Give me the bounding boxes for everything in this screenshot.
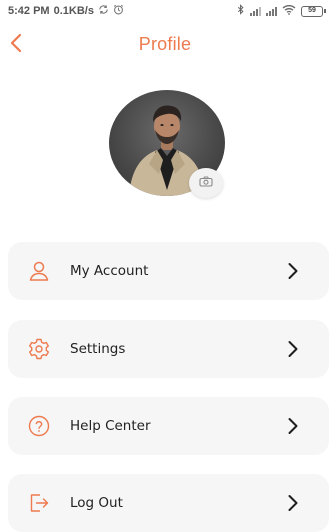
camera-icon	[199, 174, 213, 192]
chevron-right-icon	[283, 339, 303, 359]
profile-screen: 5:42 PM 0.1KB/s 59 Profile My Account Se…	[0, 0, 330, 532]
alarm-icon	[113, 4, 124, 18]
bluetooth-icon	[237, 4, 245, 18]
header: Profile	[0, 30, 330, 62]
page-title: Profile	[138, 34, 192, 54]
wifi-icon	[282, 4, 296, 18]
status-time: 5:42 PM	[8, 5, 50, 17]
menu-item-settings[interactable]: Settings	[8, 320, 329, 378]
menu-item-log-out[interactable]: Log Out	[8, 474, 329, 532]
avatar-container	[109, 90, 225, 198]
question-circle-icon	[25, 412, 53, 440]
status-bar: 5:42 PM 0.1KB/s 59	[0, 0, 330, 22]
menu-item-help-center[interactable]: Help Center	[8, 397, 329, 455]
signal-icon	[250, 6, 261, 16]
battery-icon: 59	[301, 5, 326, 17]
sync-icon	[98, 4, 109, 18]
menu-label: Log Out	[70, 495, 123, 511]
person-icon	[25, 257, 53, 285]
status-right: 59	[237, 4, 326, 18]
menu-label: Settings	[70, 341, 126, 357]
change-photo-button[interactable]	[189, 168, 223, 198]
gear-icon	[25, 335, 53, 363]
chevron-right-icon	[283, 493, 303, 513]
chevron-right-icon	[283, 261, 303, 281]
network-speed: 0.1KB/s	[53, 5, 94, 17]
signal-icon	[266, 6, 277, 16]
menu-label: Help Center	[70, 418, 151, 434]
menu-label: My Account	[70, 263, 149, 279]
chevron-right-icon	[283, 416, 303, 436]
status-left: 5:42 PM 0.1KB/s	[8, 4, 124, 18]
menu-item-my-account[interactable]: My Account	[8, 242, 329, 300]
logout-icon	[25, 489, 53, 517]
